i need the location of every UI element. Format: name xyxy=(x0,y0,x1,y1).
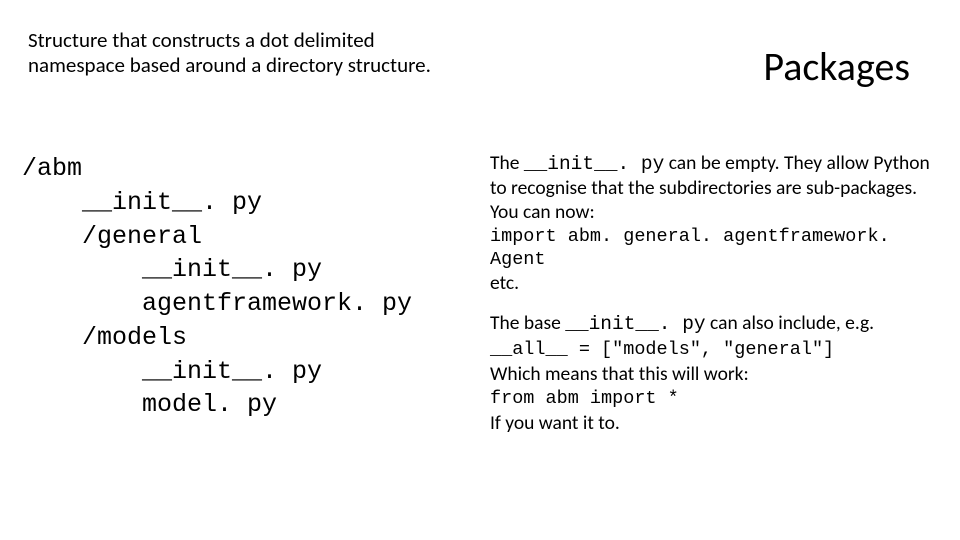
etc-text: etc. xyxy=(490,272,930,296)
text: can also include, e.g. xyxy=(706,311,874,335)
paragraph-1: The __init__. py can be empty. They allo… xyxy=(490,152,930,224)
subtitle: Structure that constructs a dot delimite… xyxy=(28,28,468,78)
code-inline: __init__. py xyxy=(524,153,664,175)
slide-title: Packages xyxy=(763,42,910,91)
explanation-block: The __init__. py can be empty. They allo… xyxy=(490,152,930,438)
paragraph-4: If you want it to. xyxy=(490,412,930,436)
paragraph-3: Which means that this will work: xyxy=(490,363,930,387)
slide: Structure that constructs a dot delimite… xyxy=(0,0,960,540)
paragraph-2: The base __init__. py can also include, … xyxy=(490,312,930,337)
code-from: from abm import * xyxy=(490,388,930,411)
code-inline: __init__. py xyxy=(565,313,705,335)
text: The base xyxy=(490,311,565,335)
code-all: __all__ = ["models", "general"] xyxy=(490,339,930,362)
directory-tree: /abm __init__. py /general __init__. py … xyxy=(22,152,412,422)
code-import: import abm. general. agentframework. Age… xyxy=(490,226,930,271)
text: The xyxy=(490,151,524,175)
